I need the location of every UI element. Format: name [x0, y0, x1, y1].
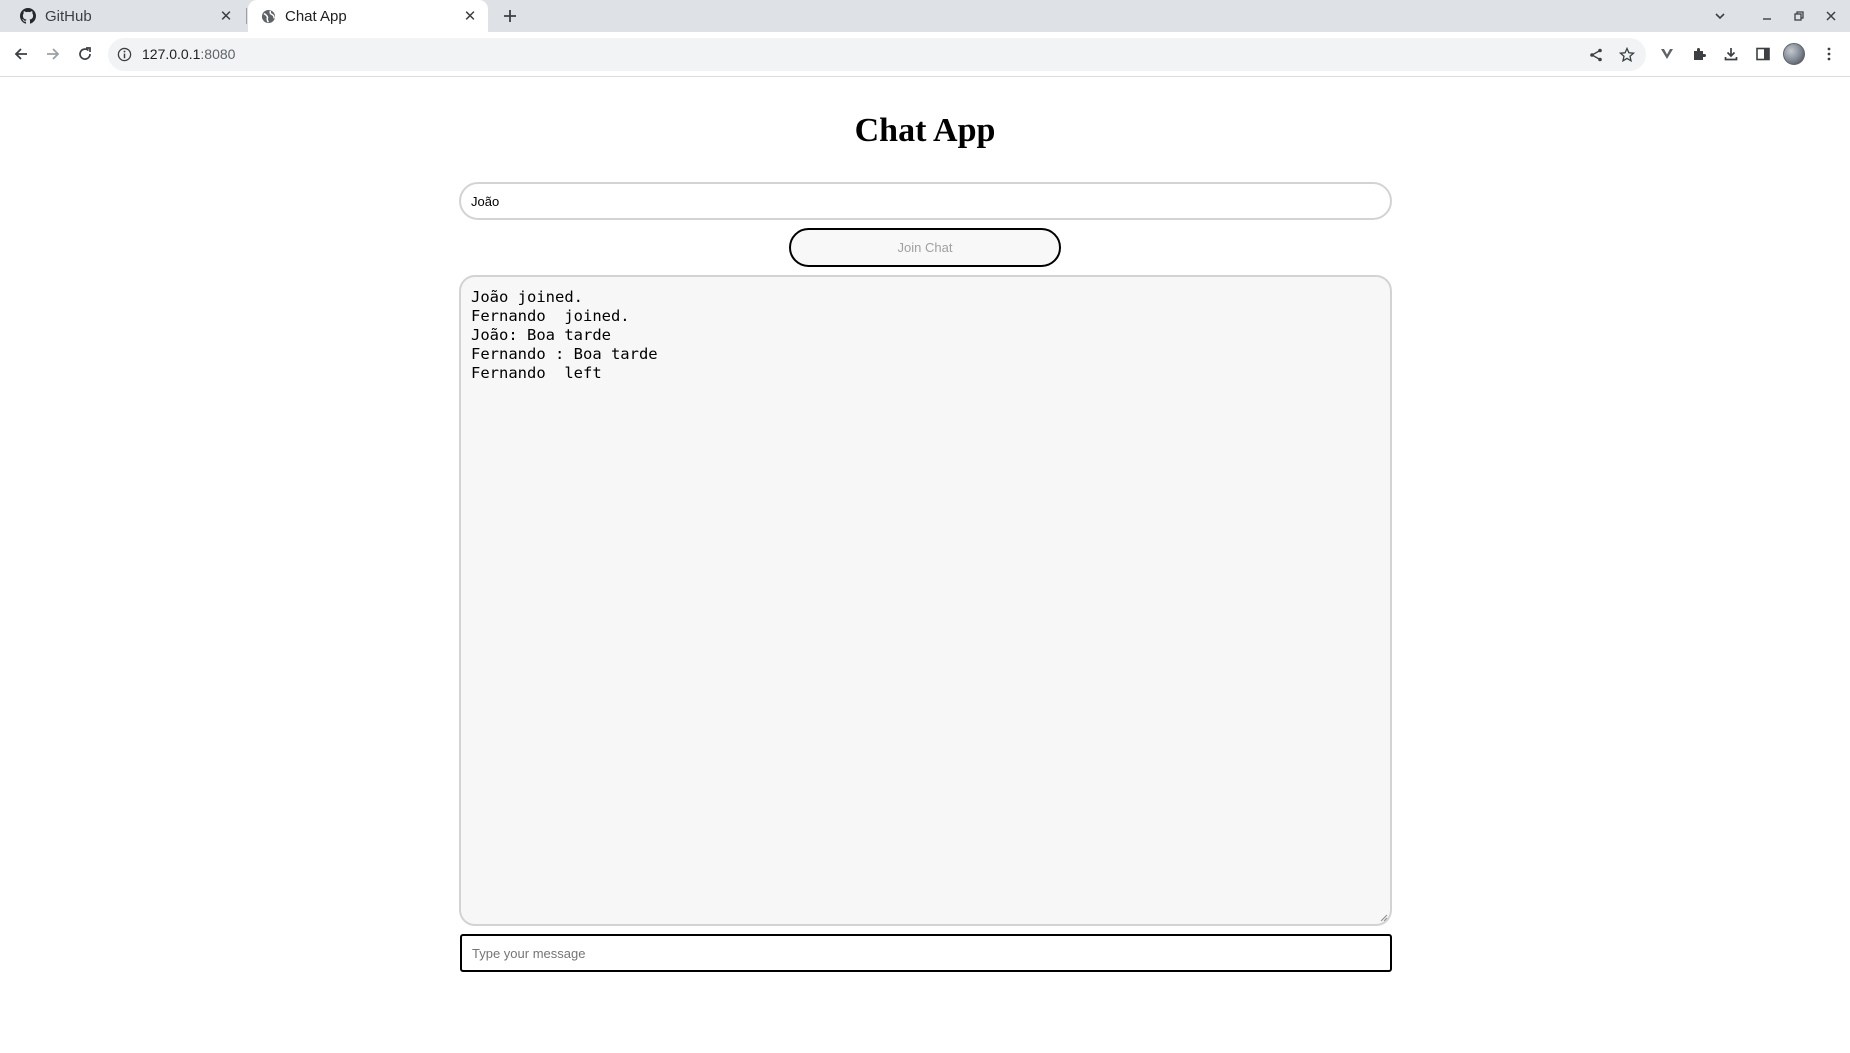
extension-v-icon[interactable]: [1654, 41, 1680, 67]
join-chat-button[interactable]: Join Chat: [789, 228, 1061, 267]
page-content: Chat App Join Chat João joined. Fernando…: [0, 78, 1850, 1053]
downloads-icon[interactable]: [1718, 41, 1744, 67]
close-tab-icon[interactable]: ✕: [460, 6, 480, 26]
tab-github[interactable]: GitHub ✕: [0, 0, 244, 32]
message-input[interactable]: [460, 934, 1392, 972]
tab-strip: GitHub ✕ Chat App ✕: [0, 0, 1850, 32]
restore-icon: [1794, 11, 1804, 21]
browser-toolbar: 127.0.0.1:8080: [0, 32, 1850, 77]
chat-message: João: Boa tarde: [471, 326, 611, 344]
forward-arrow-icon: [47, 48, 60, 60]
url-port: :8080: [200, 46, 236, 62]
chevron-down-icon: [1715, 13, 1725, 20]
username-input[interactable]: [459, 182, 1392, 220]
bookmark-star-icon[interactable]: [1615, 43, 1639, 67]
close-window-button[interactable]: [1819, 4, 1843, 28]
tab-title: GitHub: [45, 7, 92, 25]
extensions-puzzle-icon[interactable]: [1686, 41, 1712, 67]
chat-log[interactable]: João joined. Fernando joined. João: Boa …: [459, 275, 1392, 926]
chat-message: Fernando joined.: [471, 307, 630, 325]
resize-grip-icon[interactable]: [1378, 912, 1388, 922]
github-icon: [20, 8, 36, 24]
share-icon[interactable]: [1584, 43, 1608, 67]
site-info-icon[interactable]: [116, 46, 133, 63]
profile-avatar[interactable]: [1783, 43, 1805, 65]
new-tab-button[interactable]: [498, 4, 522, 28]
globe-icon: [260, 8, 276, 24]
close-icon: [1826, 11, 1836, 21]
url-text: 127.0.0.1:8080: [142, 46, 235, 62]
chat-message: Fernando : Boa tarde: [471, 345, 658, 363]
restore-button[interactable]: [1787, 4, 1811, 28]
tab-chat-app[interactable]: Chat App ✕: [248, 0, 488, 32]
reload-icon: [79, 47, 91, 60]
chat-message: João joined.: [471, 288, 583, 306]
forward-button[interactable]: [40, 41, 66, 67]
address-bar[interactable]: 127.0.0.1:8080: [108, 38, 1646, 71]
menu-button[interactable]: [1816, 41, 1842, 67]
tab-separator: [246, 8, 247, 24]
close-tab-icon[interactable]: ✕: [216, 6, 236, 26]
back-button[interactable]: [8, 41, 34, 67]
side-panel-icon[interactable]: [1750, 41, 1776, 67]
page-title: Chat App: [854, 112, 996, 149]
url-host: 127.0.0.1: [142, 46, 201, 62]
back-arrow-icon: [14, 48, 27, 60]
tab-title: Chat App: [285, 7, 347, 25]
more-vertical-icon: [1827, 47, 1831, 61]
chat-message: Fernando left: [471, 364, 602, 382]
minimize-button[interactable]: [1755, 4, 1779, 28]
reload-button[interactable]: [72, 41, 98, 67]
minimize-icon: [1763, 18, 1771, 20]
plus-icon: [504, 10, 516, 22]
tab-search-button[interactable]: [1708, 4, 1732, 28]
